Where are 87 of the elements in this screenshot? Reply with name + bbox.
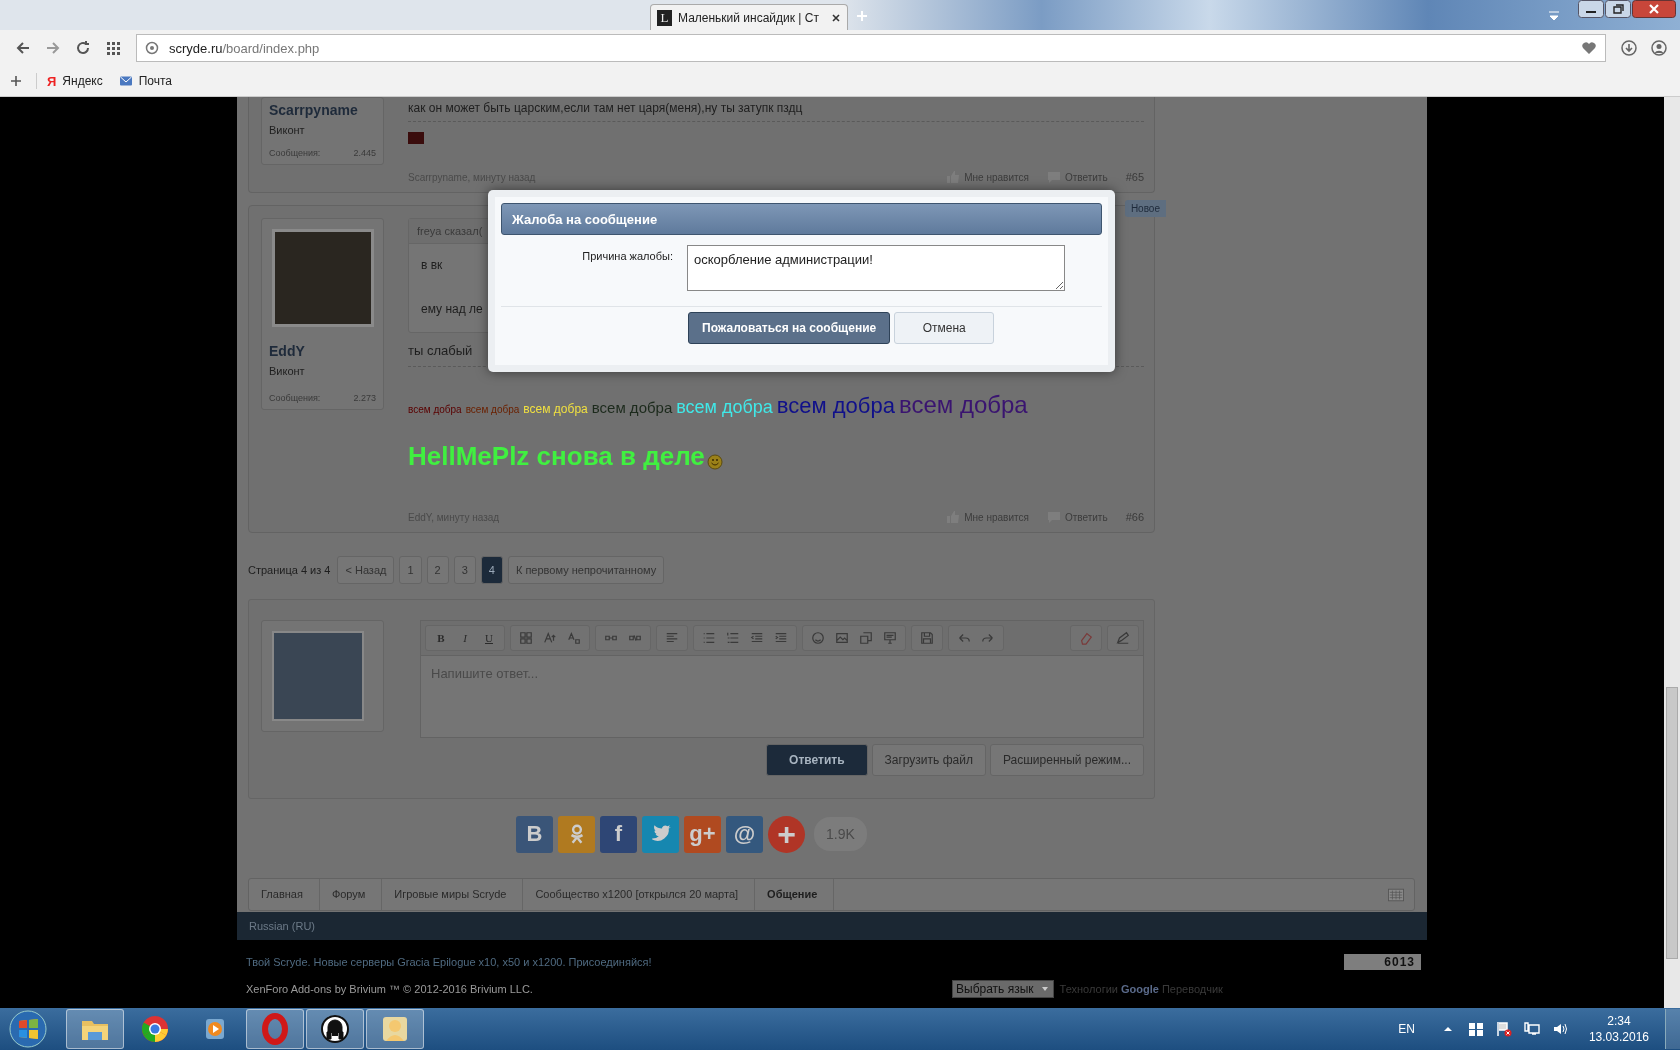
breadcrumb-link[interactable]: Игровые миры Scryde	[382, 879, 524, 910]
colored-text: всем добра	[408, 404, 462, 415]
share-button[interactable]: g+	[684, 815, 721, 853]
headphones-icon	[319, 1013, 351, 1045]
editor-button[interactable]: Ответить	[766, 744, 868, 776]
thumbs-up-icon	[946, 170, 961, 184]
network-icon[interactable]	[1523, 1021, 1540, 1037]
colored-text: всем добра	[523, 402, 588, 416]
page-button[interactable]: 4	[480, 556, 503, 584]
format-button[interactable]: I	[454, 628, 476, 648]
flag-icon[interactable]	[1495, 1021, 1512, 1037]
page-button[interactable]: 1	[399, 556, 422, 584]
tab-title: Маленький инсайдик | Ст	[678, 10, 820, 25]
format-button[interactable]: B	[430, 628, 452, 648]
url-text: scryde.ru/board/index.php	[169, 40, 320, 56]
add-icon[interactable]	[10, 75, 22, 87]
message-text: ты слабый	[408, 343, 474, 358]
editor-button[interactable]: Расширенный режим...	[989, 744, 1144, 776]
page-label: Страница 4 из 4	[248, 564, 331, 576]
reason-input[interactable]: оскорбление администрации!	[687, 245, 1065, 291]
language-select[interactable]: Выбрать язык	[952, 980, 1054, 998]
quote-text: ему над ле	[421, 302, 483, 316]
bookmark[interactable]: Я Яндекс	[47, 73, 103, 89]
editor-button[interactable]: Загрузить файл	[871, 744, 986, 776]
browser-logo-icon	[139, 1013, 171, 1045]
headline-text: HellMePlz снова в деле	[408, 441, 705, 472]
heart-icon[interactable]	[1581, 40, 1597, 56]
breadcrumb-link[interactable]: Общение	[755, 879, 835, 910]
copyright-text: XenForo Add-ons by Brivium ™ © 2012-2016 Brivium LLC.	[246, 983, 534, 995]
browser-tab[interactable]: L Маленький инсайдик | Ст	[650, 4, 848, 30]
scrollbar[interactable]	[1664, 97, 1680, 1008]
windows-logo-icon[interactable]	[1467, 1021, 1484, 1037]
page-button[interactable]: 2	[426, 556, 449, 584]
close-icon[interactable]	[1632, 0, 1676, 18]
field-label: Причина жалобы:	[581, 249, 673, 264]
user-name[interactable]: EddY	[269, 343, 376, 359]
share-button[interactable]: f	[600, 815, 637, 853]
keyboard-icon[interactable]	[1388, 886, 1404, 903]
colored-text: всем добра	[465, 404, 520, 415]
breadcrumb-link[interactable]: Главная	[249, 879, 320, 910]
minimize-icon[interactable]	[1578, 0, 1604, 18]
user-name[interactable]: Scarrpyname	[269, 102, 376, 118]
share-button[interactable]: @	[726, 815, 763, 853]
start-button[interactable]	[6, 1008, 50, 1050]
user-rank: Виконт	[269, 124, 306, 136]
share-button[interactable]	[558, 815, 595, 853]
new-badge: Новое	[1124, 200, 1166, 217]
close-icon[interactable]	[831, 12, 841, 23]
clock-time[interactable]: 2:34	[1607, 1014, 1631, 1028]
dialog-title: Жалоба на сообщение	[501, 203, 1102, 235]
bookmark[interactable]: Почта	[118, 74, 173, 88]
show-desktop-button[interactable]	[1665, 1009, 1680, 1049]
image-thumbnail	[408, 132, 424, 144]
message-text: как он может быть царским,если там нет царя(меня),ну ты затупк пздц	[408, 101, 804, 115]
volume-icon[interactable]	[1551, 1021, 1568, 1037]
share-button[interactable]: +	[768, 815, 805, 853]
restore-icon[interactable]	[1605, 0, 1631, 18]
format-button[interactable]: U	[478, 628, 500, 648]
share-button[interactable]: В	[516, 815, 553, 853]
clock-date[interactable]: 13.03.2016	[1588, 1030, 1649, 1044]
ring-logo-icon	[259, 1013, 291, 1045]
breadcrumb-link[interactable]: Сообщество x1200 [открылся 20 марта]	[523, 879, 756, 910]
translate-credit: Технологии Google Переводчик	[1059, 983, 1223, 995]
colored-text: всем добра	[676, 397, 773, 418]
quote-text: в вк	[421, 258, 443, 272]
promo-text[interactable]: Твой Scryde. Новые серверы Gracia Epilogue x10, x50 и x1200. Присоединяйся!	[246, 956, 652, 968]
share-button[interactable]	[642, 815, 679, 853]
page-button[interactable]: 3	[453, 556, 476, 584]
input-language[interactable]: EN	[1398, 1022, 1415, 1036]
speech-bubble-icon	[1046, 170, 1061, 184]
colored-text: всем добра	[898, 391, 1028, 419]
dropdown-icon[interactable]	[1548, 10, 1560, 22]
cancel-button[interactable]: Отмена	[894, 312, 995, 344]
globe-icon	[145, 41, 159, 55]
taskbar-app[interactable]	[306, 1009, 364, 1049]
breadcrumb-link[interactable]: Форум	[319, 879, 383, 910]
first-unread-button[interactable]: К первому непрочитанному	[507, 556, 665, 584]
visit-counter: 6013	[1344, 954, 1421, 970]
submit-button[interactable]: Пожаловаться на сообщение	[688, 312, 891, 344]
envelope-icon	[118, 74, 133, 88]
user-rank: Виконт	[269, 365, 306, 377]
language-link[interactable]: Russian (RU)	[249, 920, 315, 932]
address-bar[interactable]: scryde.ru/board/index.php	[136, 34, 1606, 62]
tab-favicon: L	[657, 9, 672, 26]
previous-page-button[interactable]: < Назад	[337, 556, 395, 584]
colored-text: всем добра	[591, 399, 673, 416]
colored-text: всем добра	[776, 393, 895, 419]
